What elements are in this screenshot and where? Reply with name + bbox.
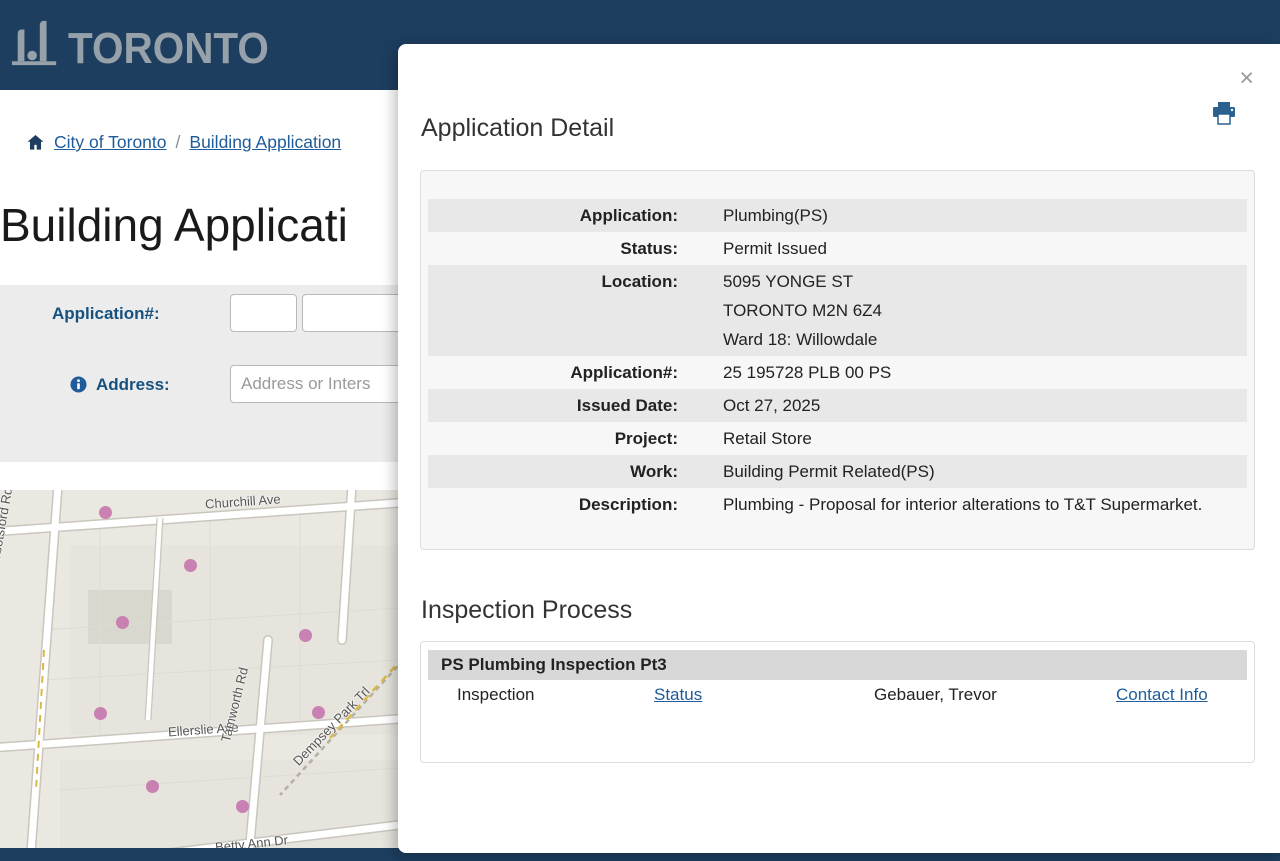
detail-label: Application: xyxy=(579,206,678,225)
detail-value: Oct 27, 2025 xyxy=(723,396,821,415)
detail-row-location: Location: 5095 YONGE ST TORONTO M2N 6Z4 … xyxy=(428,265,1247,356)
detail-row-application: Application: Plumbing(PS) xyxy=(428,199,1247,232)
print-icon[interactable] xyxy=(1212,102,1236,128)
map-marker[interactable] xyxy=(116,616,129,629)
address-label: Address: xyxy=(96,375,170,394)
inspection-row: Inspection Status Gebauer, Trevor Contac… xyxy=(428,680,1247,710)
application-number-label: Application#: xyxy=(52,304,160,323)
detail-row-work: Work: Building Permit Related(PS) xyxy=(428,455,1247,488)
inspection-table-header: PS Plumbing Inspection Pt3 xyxy=(428,650,1247,680)
toronto-logo[interactable]: TORONTO xyxy=(10,16,286,75)
detail-row-project: Project: Retail Store xyxy=(428,422,1247,455)
detail-value: Plumbing - Proposal for interior alterat… xyxy=(723,495,1203,514)
detail-value: Permit Issued xyxy=(723,239,827,258)
detail-label: Application#: xyxy=(570,363,678,382)
detail-value: 25 195728 PLB 00 PS xyxy=(723,363,892,382)
map-marker[interactable] xyxy=(184,559,197,572)
application-detail-table: Application: Plumbing(PS) Status: Permit… xyxy=(420,170,1255,550)
detail-value: 5095 YONGE ST TORONTO M2N 6Z4 Ward 18: W… xyxy=(723,272,883,349)
close-icon[interactable]: × xyxy=(1239,66,1254,91)
breadcrumb-separator: / xyxy=(175,132,181,152)
map-marker[interactable] xyxy=(236,800,249,813)
detail-label: Description: xyxy=(578,495,678,514)
toronto-logo-text: TORONTO xyxy=(68,23,269,73)
breadcrumb-link-building-application[interactable]: Building Application xyxy=(189,132,341,153)
detail-row-description: Description: Plumbing - Proposal for int… xyxy=(428,488,1247,521)
detail-label: Status: xyxy=(620,239,678,258)
breadcrumb-link-city-of-toronto[interactable]: City of Toronto xyxy=(54,132,167,153)
info-icon[interactable] xyxy=(70,376,87,393)
detail-label: Project: xyxy=(614,429,678,448)
page-title: Building Applicati xyxy=(0,199,348,251)
breadcrumb: City of Toronto / Building Application xyxy=(26,132,341,153)
application-detail-modal: Application Detail × Application: Plumbi… xyxy=(398,44,1280,853)
inspector-name: Gebauer, Trevor xyxy=(874,685,997,704)
contact-info-link[interactable]: Contact Info xyxy=(1116,685,1247,705)
detail-value: Building Permit Related(PS) xyxy=(723,462,935,481)
detail-value: Retail Store xyxy=(723,429,812,448)
map-marker[interactable] xyxy=(146,780,159,793)
application-number-prefix-input[interactable] xyxy=(230,294,297,332)
detail-label: Issued Date: xyxy=(576,396,678,415)
inspection-type: Inspection xyxy=(457,685,535,704)
home-icon xyxy=(26,133,45,152)
map-marker[interactable] xyxy=(299,629,312,642)
map-marker[interactable] xyxy=(99,506,112,519)
map-marker[interactable] xyxy=(94,707,107,720)
detail-row-status: Status: Permit Issued xyxy=(428,232,1247,265)
map-marker[interactable] xyxy=(312,706,325,719)
detail-label: Work: xyxy=(630,462,678,481)
detail-row-issued-date: Issued Date: Oct 27, 2025 xyxy=(428,389,1247,422)
detail-row-application-number: Application#: 25 195728 PLB 00 PS xyxy=(428,356,1247,389)
detail-value: Plumbing(PS) xyxy=(723,206,828,225)
modal-title: Application Detail xyxy=(421,114,615,142)
toronto-cityhall-icon xyxy=(10,16,60,75)
detail-label: Location: xyxy=(601,272,679,291)
inspection-status-link[interactable]: Status xyxy=(654,685,874,705)
inspection-table: PS Plumbing Inspection Pt3 Inspection St… xyxy=(420,641,1255,763)
inspection-process-heading: Inspection Process xyxy=(421,596,633,624)
